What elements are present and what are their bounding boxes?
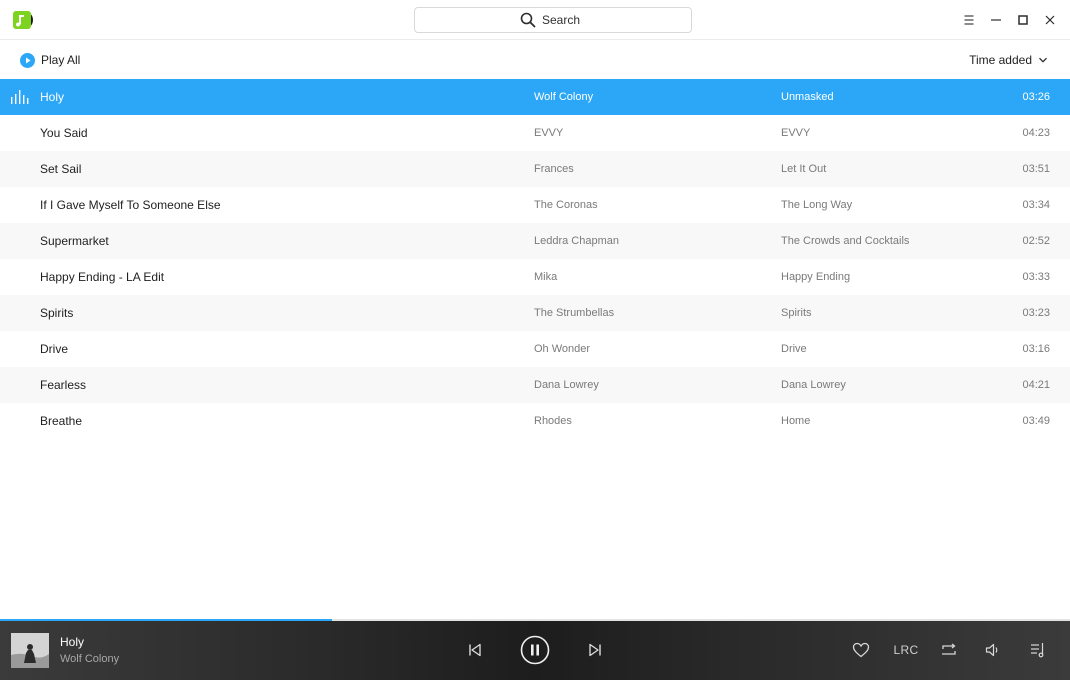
song-list: Holy Wolf Colony Unmasked 03:26 You Said… (0, 79, 1070, 439)
song-artist: The Strumbellas (534, 307, 615, 319)
song-album: Spirits (781, 307, 812, 319)
search-icon (520, 12, 536, 28)
song-artist: Frances (534, 163, 574, 175)
now-playing-artist: Wolf Colony (60, 653, 120, 665)
heart-icon (852, 642, 870, 658)
song-artist: Dana Lowrey (534, 379, 599, 391)
sort-label: Time added (969, 53, 1032, 67)
song-duration: 03:33 (1022, 271, 1050, 283)
pause-icon (520, 635, 550, 665)
song-row[interactable]: Holy Wolf Colony Unmasked 03:26 (0, 79, 1070, 115)
song-duration: 03:26 (1022, 91, 1050, 103)
previous-icon (469, 643, 481, 657)
song-duration: 04:23 (1022, 127, 1050, 139)
previous-button[interactable] (465, 640, 485, 660)
song-album: Happy Ending (781, 271, 851, 283)
song-title: Drive (40, 342, 69, 356)
song-title: Spirits (40, 306, 74, 320)
song-album: Drive (781, 343, 807, 355)
lyrics-button[interactable]: LRC (891, 640, 921, 660)
song-title: Holy (40, 90, 65, 104)
playlist-button[interactable] (1028, 640, 1048, 660)
song-title: You Said (40, 126, 88, 140)
song-duration: 03:16 (1022, 343, 1050, 355)
playlist-icon (1031, 643, 1044, 658)
song-duration: 02:52 (1022, 235, 1050, 247)
song-duration: 03:23 (1022, 307, 1050, 319)
sort-dropdown[interactable]: Time added (969, 51, 1048, 69)
song-album: Dana Lowrey (781, 379, 846, 391)
song-album: The Crowds and Cocktails (781, 235, 910, 247)
song-album: The Long Way (781, 199, 853, 211)
minimize-button[interactable] (986, 10, 1006, 30)
song-title: Supermarket (40, 234, 109, 248)
song-row[interactable]: Spirits The Strumbellas Spirits 03:23 (0, 295, 1070, 331)
song-artist: Leddra Chapman (534, 235, 620, 247)
pause-button[interactable] (520, 635, 550, 665)
minimize-icon (991, 19, 1001, 21)
menu-icon (964, 15, 974, 25)
song-row[interactable]: Fearless Dana Lowrey Dana Lowrey 04:21 (0, 367, 1070, 403)
now-playing-title: Holy (60, 635, 85, 649)
volume-button[interactable] (983, 640, 1003, 660)
list-toolbar: Play All Time added (0, 40, 1070, 79)
close-button[interactable] (1040, 10, 1060, 30)
search-bar[interactable] (414, 7, 692, 33)
song-row[interactable]: If I Gave Myself To Someone Else The Cor… (0, 187, 1070, 223)
album-cover-art (11, 633, 49, 668)
song-title: If I Gave Myself To Someone Else (40, 198, 221, 212)
song-row[interactable]: Set Sail Frances Let It Out 03:51 (0, 151, 1070, 187)
chevron-down-icon (1039, 57, 1047, 63)
music-note-logo-icon (12, 10, 34, 30)
repeat-icon (942, 643, 956, 655)
favorite-button[interactable] (851, 640, 871, 660)
song-row[interactable]: Supermarket Leddra Chapman The Crowds an… (0, 223, 1070, 259)
song-title: Fearless (40, 378, 87, 392)
song-album: Home (781, 415, 811, 427)
song-row[interactable]: Happy Ending - LA Edit Mika Happy Ending… (0, 259, 1070, 295)
search-input[interactable] (542, 13, 586, 27)
menu-button[interactable] (959, 10, 979, 30)
song-duration: 03:34 (1022, 199, 1050, 211)
song-duration: 03:49 (1022, 415, 1050, 427)
song-artist: Oh Wonder (534, 343, 591, 355)
song-title: Breathe (40, 414, 83, 428)
play-all-button[interactable]: Play All (20, 51, 80, 69)
song-album: Let It Out (781, 163, 827, 175)
song-duration: 03:51 (1022, 163, 1050, 175)
song-album: EVVY (781, 127, 811, 139)
song-album: Unmasked (781, 91, 834, 103)
play-all-label: Play All (41, 53, 81, 67)
equalizer-playing-icon (11, 90, 29, 104)
album-cover[interactable] (11, 633, 49, 668)
next-icon (589, 643, 601, 657)
maximize-icon (1018, 15, 1028, 25)
song-artist: Rhodes (534, 415, 572, 427)
lyrics-label: LRC (893, 643, 919, 657)
play-circle-icon (20, 52, 35, 68)
song-duration: 04:21 (1022, 379, 1050, 391)
close-icon (1045, 15, 1055, 25)
repeat-button[interactable] (939, 640, 959, 660)
song-artist: Wolf Colony (534, 91, 594, 103)
player-bar: Holy Wolf Colony LRC (0, 621, 1070, 680)
song-title: Set Sail (40, 162, 82, 176)
song-row[interactable]: Drive Oh Wonder Drive 03:16 (0, 331, 1070, 367)
song-row[interactable]: Breathe Rhodes Home 03:49 (0, 403, 1070, 439)
next-button[interactable] (585, 640, 605, 660)
song-artist: The Coronas (534, 199, 598, 211)
song-title: Happy Ending - LA Edit (40, 270, 165, 284)
maximize-button[interactable] (1013, 10, 1033, 30)
title-bar (0, 0, 1070, 40)
song-artist: EVVY (534, 127, 564, 139)
song-artist: Mika (534, 271, 558, 283)
song-row[interactable]: You Said EVVY EVVY 04:23 (0, 115, 1070, 151)
volume-icon (985, 643, 998, 657)
